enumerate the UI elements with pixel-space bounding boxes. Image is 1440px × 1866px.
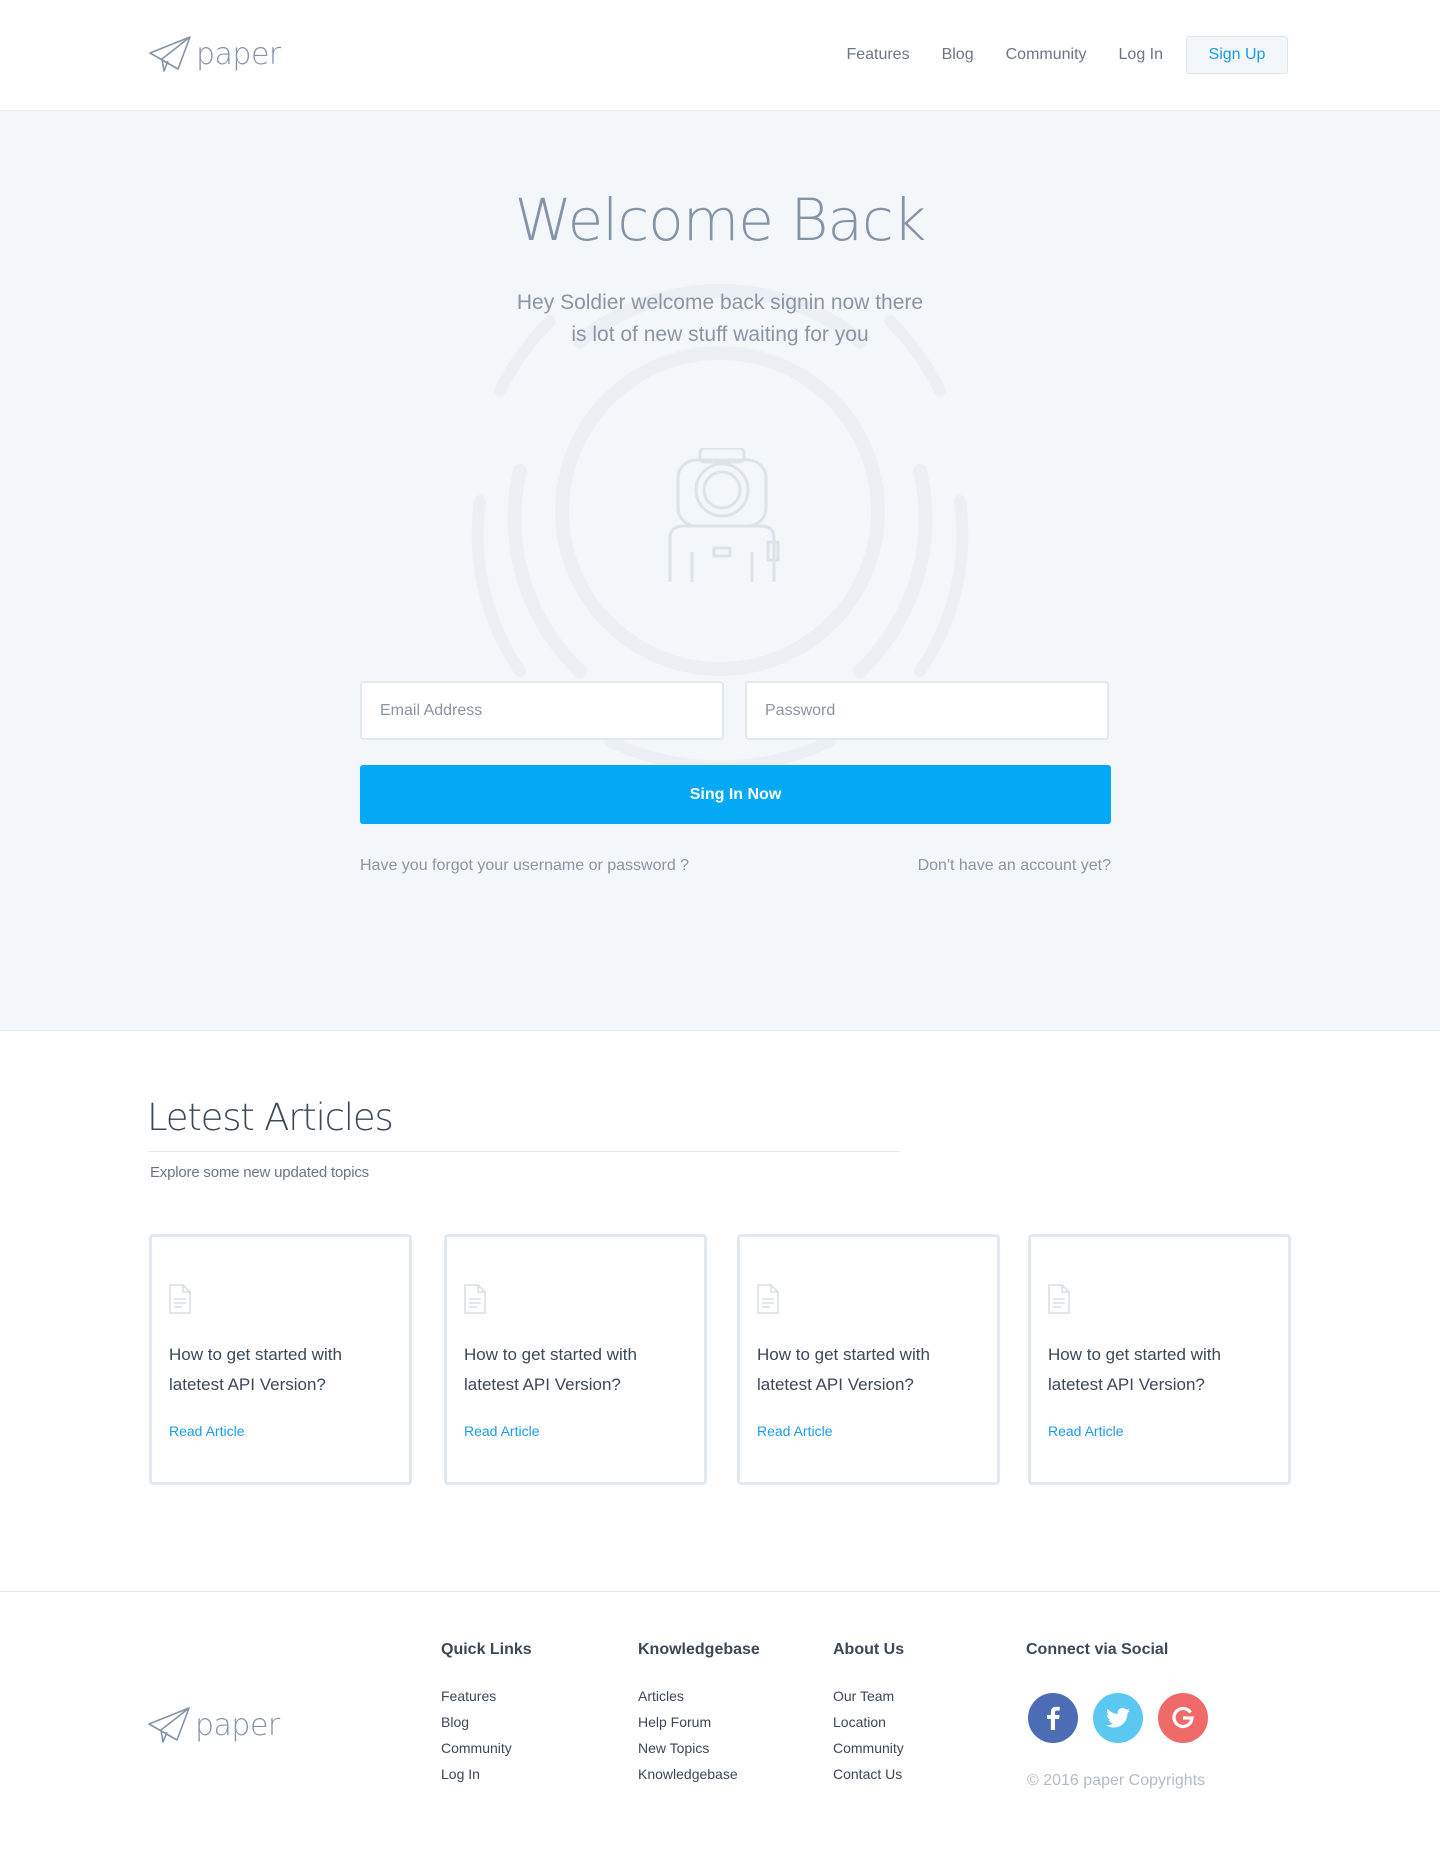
footer-link-our-team[interactable]: Our Team [833, 1683, 904, 1709]
signin-button[interactable]: Sing In Now [360, 765, 1111, 824]
google-icon [1172, 1707, 1194, 1729]
read-article-link[interactable]: Read Article [169, 1423, 244, 1439]
articles-title: Letest Articles [147, 1096, 394, 1139]
article-title: How to get started with latetest API Ver… [169, 1345, 342, 1394]
document-icon [464, 1284, 486, 1314]
brand-logo[interactable]: paper [148, 35, 281, 73]
footer-link-login[interactable]: Log In [441, 1761, 532, 1787]
no-account-link[interactable]: Don't have an account yet? [918, 857, 1111, 875]
article-title: How to get started with latetest API Ver… [1048, 1345, 1221, 1394]
password-input[interactable] [745, 681, 1109, 740]
forgot-password-link[interactable]: Have you forgot your username or passwor… [360, 857, 689, 875]
article-card: How to get started with latetest API Ver… [444, 1234, 707, 1485]
articles-divider [148, 1151, 900, 1152]
article-card: How to get started with latetest API Ver… [149, 1234, 412, 1485]
footer-link-new-topics[interactable]: New Topics [638, 1735, 760, 1761]
footer-col-title: Connect via Social [1026, 1641, 1169, 1658]
copyright-text: © 2016 paper Copyrights [1027, 1772, 1206, 1789]
document-icon [169, 1284, 191, 1314]
article-card: How to get started with latetest API Ver… [1028, 1234, 1291, 1485]
paper-plane-icon [148, 1707, 190, 1743]
signup-button[interactable]: Sign Up [1186, 36, 1288, 74]
footer-link-features[interactable]: Features [441, 1683, 532, 1709]
footer-link-blog[interactable]: Blog [441, 1709, 532, 1735]
nav-blog[interactable]: Blog [942, 36, 974, 74]
articles-subtitle: Explore some new updated topics [150, 1164, 369, 1181]
twitter-icon [1106, 1708, 1130, 1728]
hero-subtitle: Hey Soldier welcome back signin now ther… [516, 291, 924, 346]
nav-features[interactable]: Features [846, 36, 909, 74]
footer-link-help-forum[interactable]: Help Forum [638, 1709, 760, 1735]
footer-link-knowledgebase[interactable]: Knowledgebase [638, 1761, 760, 1787]
document-icon [1048, 1284, 1070, 1314]
document-icon [757, 1284, 779, 1314]
footer-link-community[interactable]: Community [441, 1735, 532, 1761]
brand-name: paper [195, 1707, 280, 1743]
footer-col-about-us: About Us Our Team Location Community Con… [833, 1641, 904, 1787]
footer-col-social: Connect via Social [1026, 1641, 1168, 1683]
login-hero: Welcome Back Hey Soldier welcome back si… [0, 111, 1440, 1031]
read-article-link[interactable]: Read Article [464, 1423, 539, 1439]
hero-title: Welcome Back [514, 186, 927, 254]
email-input[interactable] [360, 681, 724, 740]
footer-col-title: Knowledgebase [638, 1641, 760, 1658]
main-nav: Features Blog Community Log In Sign Up [814, 36, 1288, 74]
facebook-icon [1047, 1706, 1060, 1730]
footer-divider [0, 1591, 1440, 1592]
social-links [1028, 1693, 1208, 1743]
brand-name: paper [196, 36, 281, 72]
read-article-link[interactable]: Read Article [757, 1423, 832, 1439]
footer-logo[interactable]: paper [147, 1706, 280, 1744]
google-button[interactable] [1158, 1693, 1208, 1743]
footer-link-contact-us[interactable]: Contact Us [833, 1761, 904, 1787]
article-title: How to get started with latetest API Ver… [464, 1345, 637, 1394]
footer-col-knowledgebase: Knowledgebase Articles Help Forum New To… [638, 1641, 760, 1787]
footer-link-community[interactable]: Community [833, 1735, 904, 1761]
nav-community[interactable]: Community [1006, 36, 1087, 74]
footer-col-quick-links: Quick Links Features Blog Community Log … [441, 1641, 532, 1787]
footer-col-title: Quick Links [441, 1641, 532, 1658]
footer-col-title: About Us [833, 1641, 905, 1658]
article-card: How to get started with latetest API Ver… [737, 1234, 1000, 1485]
facebook-button[interactable] [1028, 1693, 1078, 1743]
read-article-link[interactable]: Read Article [1048, 1423, 1123, 1439]
nav-login[interactable]: Log In [1119, 36, 1163, 74]
footer-link-location[interactable]: Location [833, 1709, 904, 1735]
astronaut-icon [668, 448, 780, 582]
site-header: paper Features Blog Community Log In Sig… [0, 0, 1440, 111]
paper-plane-icon [149, 36, 191, 72]
article-title: How to get started with latetest API Ver… [757, 1345, 930, 1394]
footer-link-articles[interactable]: Articles [638, 1683, 760, 1709]
twitter-button[interactable] [1093, 1693, 1143, 1743]
